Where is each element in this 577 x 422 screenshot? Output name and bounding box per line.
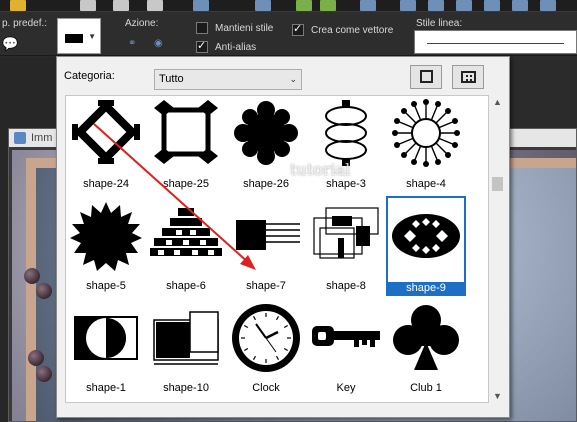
scroll-thumb[interactable]: [492, 177, 503, 191]
toolbar-icon[interactable]: [80, 0, 96, 11]
clock-icon: [232, 304, 300, 372]
toolbar-icon[interactable]: [400, 0, 416, 11]
action-label: Azione:: [125, 18, 159, 29]
shape-label: shape-1: [86, 382, 126, 394]
toolbar-icon[interactable]: [193, 0, 209, 11]
create-vector-checkbox[interactable]: [292, 22, 304, 36]
shape-cell[interactable]: shape-8: [306, 200, 386, 300]
shape-grid: shape-24 shape-25 shape-26 shape-3 shape…: [65, 95, 489, 403]
shape-cell[interactable]: shape-3: [306, 98, 386, 198]
key-icon: [312, 326, 380, 347]
shape-cell[interactable]: shape-4: [386, 98, 466, 198]
shape-3-icon: [325, 100, 367, 166]
preset-preview-icon: [65, 34, 83, 43]
action-eye-icon[interactable]: ◉: [154, 38, 163, 49]
shape-4-icon: [392, 99, 460, 167]
toolbar-icon[interactable]: [113, 0, 129, 11]
shape-cell[interactable]: Club 1: [386, 302, 466, 402]
shape-label: shape-7: [246, 280, 286, 292]
grid-view-icon: [461, 71, 476, 83]
app-icon: [14, 132, 26, 144]
preset-label: p. predef.:: [2, 18, 48, 29]
shape-label: Club 1: [410, 382, 442, 394]
watermark: tutorial: [290, 160, 351, 179]
scroll-down-icon[interactable]: ▼: [493, 391, 502, 401]
shape-cell[interactable]: shape-5: [66, 200, 146, 300]
shape-cell[interactable]: shape-1: [66, 302, 146, 402]
shape-25-icon: [154, 100, 218, 164]
image-window-title: Imm: [31, 132, 53, 144]
shape-5-icon: [70, 202, 142, 271]
keep-style-label: Mantieni stile: [215, 23, 274, 34]
toolbar-icon[interactable]: [255, 0, 271, 11]
toolbar-icon[interactable]: [512, 0, 528, 11]
create-vector-label: Crea come vettore: [311, 25, 394, 36]
toolbar-icon[interactable]: [360, 0, 376, 11]
berry-decoration: [36, 283, 52, 299]
shape-cell[interactable]: shape-7: [226, 200, 306, 300]
shape-cell[interactable]: shape-26: [226, 98, 306, 198]
shape-label: shape-6: [166, 280, 206, 292]
shape-label: Clock: [252, 382, 280, 394]
shape-label: shape-10: [163, 382, 209, 394]
toolbar-icon[interactable]: [484, 0, 500, 11]
shape-1-icon: [74, 316, 138, 360]
import-icon: [420, 70, 433, 83]
berry-decoration: [36, 366, 52, 382]
action-bind-icon[interactable]: ⚭: [128, 38, 136, 49]
keep-style-checkbox[interactable]: [196, 22, 208, 34]
shape-grid-scrollbar[interactable]: ▲ ▼: [489, 95, 505, 403]
shape-cell[interactable]: Clock: [226, 302, 306, 402]
shape-10-icon: [153, 311, 219, 365]
shape-cell-selected[interactable]: shape-9: [386, 196, 466, 296]
shape-cell[interactable]: shape-25: [146, 98, 226, 198]
shape-cell[interactable]: shape-10: [146, 302, 226, 402]
toolbar-icon[interactable]: [428, 0, 444, 11]
antialias-label: Anti-alias: [215, 42, 257, 53]
shape-7-icon: [236, 220, 300, 250]
shape-cell[interactable]: Key: [306, 302, 386, 402]
line-style-label: Stile linea:: [416, 18, 463, 29]
shape-label: shape-8: [326, 280, 366, 292]
shape-preset-button[interactable]: ▼: [57, 18, 101, 54]
line-style-preview: [427, 43, 564, 44]
berry-decoration: [28, 350, 44, 366]
scroll-up-icon[interactable]: ▲: [493, 97, 502, 107]
shape-6-icon: [150, 208, 222, 256]
toolbar-icon[interactable]: [10, 0, 26, 11]
berry-decoration: [24, 268, 40, 284]
shape-label: shape-24: [83, 178, 129, 190]
shape-9-icon: [392, 214, 460, 258]
line-style-dropdown[interactable]: [414, 30, 577, 54]
main-toolbar: [0, 0, 577, 12]
grid-view-button[interactable]: [452, 65, 484, 89]
shape-label: shape-26: [243, 178, 289, 190]
shape-cell[interactable]: shape-6: [146, 200, 226, 300]
shape-label: shape-5: [86, 280, 126, 292]
shape-label: shape-4: [406, 178, 446, 190]
shape-label: Key: [336, 382, 356, 394]
category-value: Tutto: [159, 73, 184, 85]
toolbar-icon[interactable]: [540, 0, 556, 11]
chevron-down-icon: ⌄: [289, 74, 297, 84]
shape-26-icon: [234, 101, 298, 165]
shape-24-icon: [72, 100, 140, 164]
shape-label: shape-9: [386, 282, 466, 294]
shape-label: shape-3: [326, 178, 366, 190]
speech-bubble-icon[interactable]: 💬: [2, 36, 18, 52]
shape-8-icon: [313, 207, 379, 259]
shape-picker-popup: Categoria: Tutto ⌄ shape-24 shape-25 sha…: [56, 56, 510, 418]
chevron-down-icon: ▼: [88, 32, 96, 41]
category-label: Categoria:: [64, 70, 115, 82]
toolbar-icon[interactable]: [296, 0, 312, 11]
shape-cell[interactable]: shape-24: [66, 98, 146, 198]
category-dropdown[interactable]: Tutto ⌄: [154, 69, 302, 90]
toolbar-icon[interactable]: [147, 0, 163, 11]
toolbar-icon[interactable]: [456, 0, 472, 11]
import-shapes-button[interactable]: [410, 65, 442, 89]
antialias-checkbox[interactable]: [196, 39, 208, 53]
club-icon: [393, 305, 459, 370]
toolbar-icon[interactable]: [320, 0, 336, 11]
shape-label: shape-25: [163, 178, 209, 190]
